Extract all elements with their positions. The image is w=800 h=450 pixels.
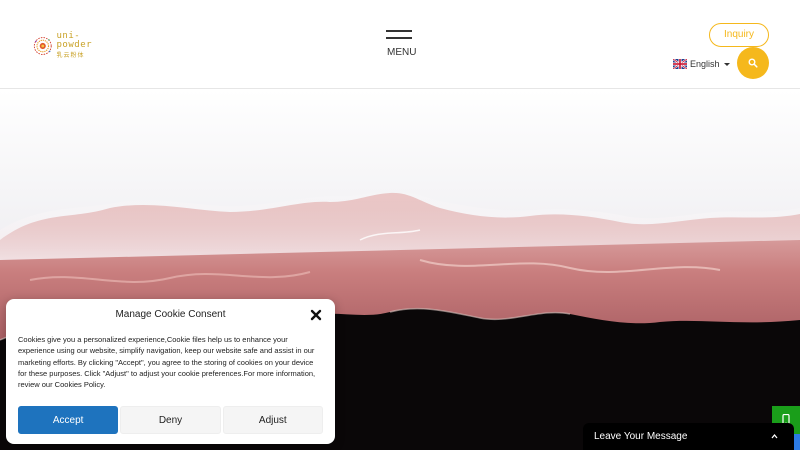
leave-message-label: Leave Your Message — [594, 431, 688, 442]
chevron-up-icon — [771, 433, 778, 439]
language-selector[interactable]: English — [673, 57, 730, 71]
site-header: uni-powder 乳云粉体 MENU Inquiry English — [0, 0, 800, 89]
menu-label: MENU — [387, 47, 417, 58]
logo[interactable]: uni-powder 乳云粉体 — [32, 30, 102, 62]
accept-button[interactable]: Accept — [18, 406, 119, 434]
side-tab[interactable] — [794, 434, 800, 450]
search-button[interactable] — [737, 47, 769, 79]
language-label: English — [690, 59, 720, 69]
cookie-consent-dialog: Manage Cookie Consent Cookies give you a… — [6, 299, 335, 444]
close-icon[interactable] — [309, 308, 323, 322]
caret-down-icon — [723, 62, 730, 66]
cookie-buttons: Accept Deny Adjust — [18, 406, 323, 434]
cookie-dialog-title: Manage Cookie Consent — [115, 309, 226, 320]
logo-mark-icon — [33, 37, 52, 55]
adjust-button[interactable]: Adjust — [222, 406, 323, 434]
menu-button[interactable]: MENU — [386, 30, 417, 60]
logo-text-cn: 乳云粉体 — [56, 52, 85, 59]
hamburger-icon — [386, 30, 412, 32]
search-icon — [748, 58, 758, 68]
inquiry-button[interactable]: Inquiry — [709, 23, 769, 47]
logo-text-en: uni-powder — [56, 31, 93, 50]
cookie-dialog-text: Cookies give you a personalized experien… — [18, 335, 316, 390]
deny-button[interactable]: Deny — [120, 406, 221, 434]
leave-message-widget[interactable]: Leave Your Message — [583, 423, 794, 450]
uk-flag-icon — [673, 59, 687, 69]
